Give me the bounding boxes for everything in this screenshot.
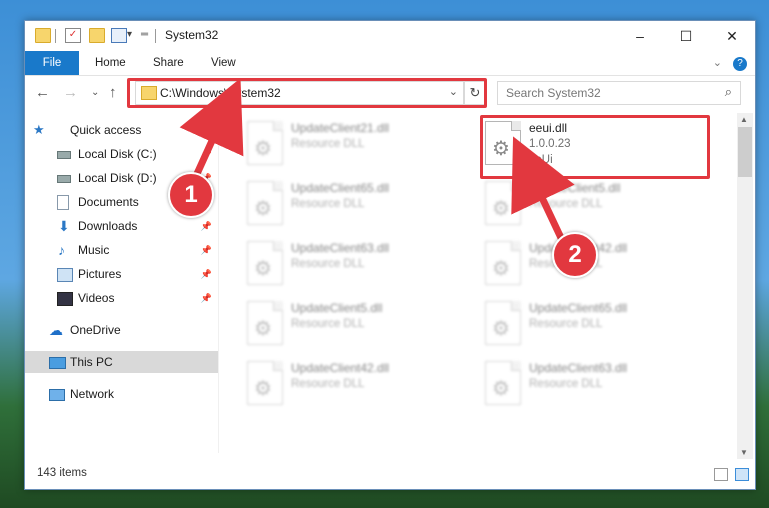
annotation-arrows [179,78,575,242]
step-badge-2: 2 [552,232,598,278]
arrow-to-address-bar [179,78,244,178]
arrow-to-eeui-file [511,136,575,242]
step-badge-1: 1 [168,172,214,218]
